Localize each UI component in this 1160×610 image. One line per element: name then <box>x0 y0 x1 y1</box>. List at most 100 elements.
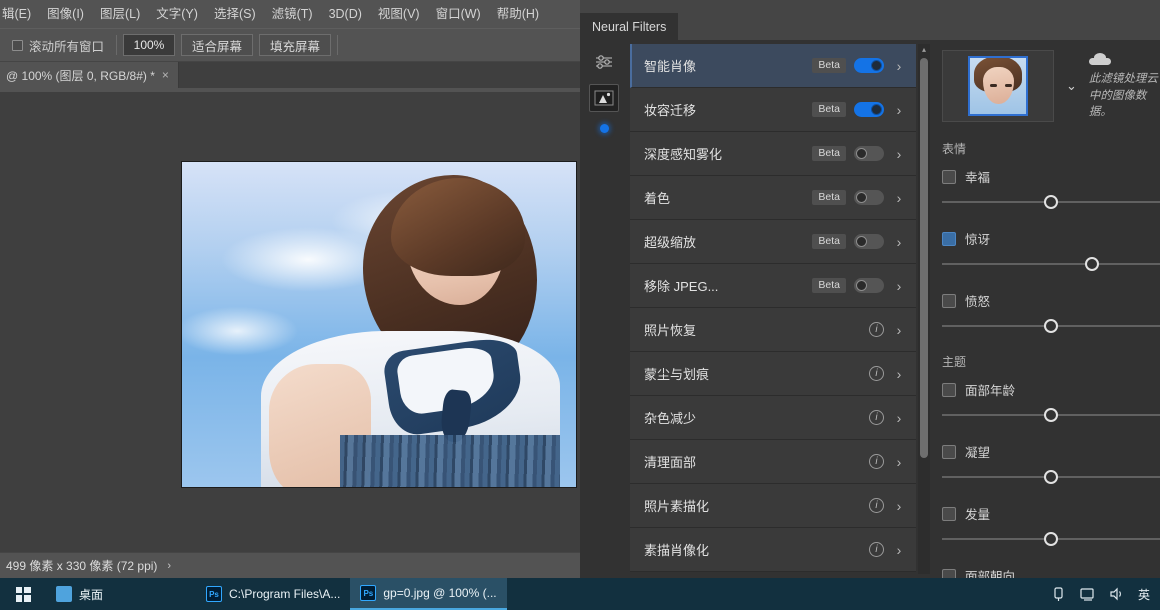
chevron-right-icon[interactable]: › <box>892 278 906 294</box>
filter-row[interactable]: 杂色减少 i › <box>630 396 916 440</box>
fill-screen-button[interactable]: 填充屏幕 <box>259 34 331 56</box>
filter-toggle[interactable] <box>854 234 884 249</box>
slider-handle[interactable] <box>1044 470 1058 484</box>
tab-neural-filters[interactable]: Neural Filters <box>580 13 678 40</box>
scroll-up-icon[interactable]: ▴ <box>918 44 930 56</box>
status-expand-icon[interactable]: › <box>167 560 171 572</box>
chevron-right-icon[interactable]: › <box>892 366 906 382</box>
chevron-right-icon[interactable]: › <box>892 498 906 514</box>
scroll-all-windows-checkbox[interactable]: 滚动所有窗口 <box>6 36 110 55</box>
chevron-right-icon[interactable]: › <box>892 190 906 206</box>
pen-icon[interactable] <box>1051 586 1067 602</box>
slider-control: 面部朝向 <box>942 566 1160 578</box>
menu-item-0[interactable]: 辑(E) <box>0 4 39 25</box>
filter-row[interactable]: 照片恢复i› <box>630 308 916 352</box>
menu-item-9[interactable]: 帮助(H) <box>489 4 547 25</box>
menu-item-5[interactable]: 滤镜(T) <box>264 4 321 25</box>
document-tab[interactable]: @ 100% (图层 0, RGB/8#) * × <box>0 62 179 88</box>
info-icon[interactable]: i <box>869 454 884 469</box>
taskbar-item[interactable]: Psgp=0.jpg @ 100% (... <box>350 578 506 610</box>
chevron-right-icon[interactable]: › <box>892 542 906 558</box>
chevron-right-icon[interactable]: › <box>892 58 906 74</box>
display-icon[interactable] <box>1080 586 1096 602</box>
menu-item-1[interactable]: 图像(I) <box>39 4 92 25</box>
control-checkbox[interactable] <box>942 383 956 397</box>
filter-list[interactable]: 智能肖像Beta›妆容迁移Beta›深度感知雾化Beta›着色Beta›超级缩放… <box>630 44 916 574</box>
filter-row[interactable]: 清理面部i› <box>630 440 916 484</box>
slider-handle[interactable] <box>1044 319 1058 333</box>
chevron-right-icon[interactable]: › <box>892 234 906 250</box>
menu-item-7[interactable]: 视图(V) <box>370 4 428 25</box>
control-checkbox[interactable] <box>942 569 956 579</box>
control-checkbox[interactable] <box>942 232 956 246</box>
volume-icon[interactable] <box>1109 586 1125 602</box>
slider-control-header: 凝望 <box>942 442 1160 461</box>
info-icon[interactable]: i <box>869 410 884 425</box>
control-checkbox[interactable] <box>942 294 956 308</box>
info-icon[interactable]: i <box>869 322 884 337</box>
menu-item-2[interactable]: 图层(L) <box>92 4 148 25</box>
filter-row[interactable]: 移除 JPEG...Beta› <box>630 264 916 308</box>
info-icon[interactable]: i <box>869 542 884 557</box>
info-icon[interactable]: i <box>869 366 884 381</box>
slider[interactable] <box>942 532 1160 546</box>
taskbar-item[interactable]: PsC:\Program Files\A... <box>196 578 350 610</box>
filter-row[interactable]: 超级缩放Beta› <box>630 220 916 264</box>
ime-language-indicator[interactable]: 英 <box>1138 586 1150 603</box>
filter-row[interactable]: 蒙尘与划痕i› <box>630 352 916 396</box>
chevron-right-icon[interactable]: › <box>892 102 906 118</box>
filter-row[interactable]: 照片素描化i› <box>630 484 916 528</box>
face-thumbnail-box[interactable] <box>942 50 1054 122</box>
filter-row[interactable]: 妆容迁移Beta› <box>630 88 916 132</box>
slider-handle[interactable] <box>1044 408 1058 422</box>
slider-control: 凝望 <box>942 442 1160 484</box>
face-selector-row: ⌄ 此滤镜处理云中的图像数据。 <box>942 50 1160 122</box>
slider[interactable] <box>942 257 1160 271</box>
filter-toggle[interactable] <box>854 58 884 73</box>
slider-handle[interactable] <box>1044 532 1058 546</box>
menu-item-4[interactable]: 选择(S) <box>206 4 264 25</box>
slider-handle[interactable] <box>1044 195 1058 209</box>
menu-item-3[interactable]: 文字(Y) <box>148 4 206 25</box>
menu-item-8[interactable]: 窗口(W) <box>428 4 489 25</box>
system-tray: 英 <box>1051 586 1160 603</box>
info-icon[interactable]: i <box>869 498 884 513</box>
slider[interactable] <box>942 408 1160 422</box>
chevron-right-icon[interactable]: › <box>892 146 906 162</box>
chevron-right-icon[interactable]: › <box>892 322 906 338</box>
image-dimensions-text: 499 像素 x 330 像素 (72 ppi) <box>6 557 157 574</box>
chevron-down-icon[interactable]: ⌄ <box>1066 78 1077 94</box>
windows-logo-icon <box>16 587 31 602</box>
canvas-area[interactable] <box>0 92 580 552</box>
control-checkbox[interactable] <box>942 445 956 459</box>
filter-row[interactable]: 智能肖像Beta› <box>630 44 916 88</box>
zoom-level-input[interactable]: 100% <box>123 34 175 56</box>
slider[interactable] <box>942 319 1160 333</box>
face-thumbnail[interactable] <box>968 56 1028 116</box>
all-filters-icon[interactable] <box>589 84 619 112</box>
filter-row[interactable]: 着色Beta› <box>630 176 916 220</box>
taskbar-item-label: 桌面 <box>79 586 103 603</box>
filter-row[interactable]: 深度感知雾化Beta› <box>630 132 916 176</box>
fit-screen-button[interactable]: 适合屏幕 <box>181 34 253 56</box>
chevron-right-icon[interactable]: › <box>892 454 906 470</box>
slider[interactable] <box>942 470 1160 484</box>
scrollbar-thumb[interactable] <box>920 58 928 458</box>
control-checkbox[interactable] <box>942 170 956 184</box>
control-checkbox[interactable] <box>942 507 956 521</box>
filter-toggle[interactable] <box>854 102 884 117</box>
filter-toggle[interactable] <box>854 146 884 161</box>
filter-toggle[interactable] <box>854 190 884 205</box>
slider-handle[interactable] <box>1085 257 1099 271</box>
close-icon[interactable]: × <box>162 69 169 81</box>
sliders-icon[interactable] <box>589 48 619 76</box>
filter-list-scrollbar[interactable]: ▴ <box>918 44 930 574</box>
chevron-right-icon[interactable]: › <box>892 410 906 426</box>
start-button[interactable] <box>0 578 46 610</box>
filter-toggle[interactable] <box>854 278 884 293</box>
taskbar-item[interactable]: 桌面 <box>46 578 196 610</box>
menu-item-6[interactable]: 3D(D) <box>321 4 370 25</box>
filter-name: 杂色减少 <box>644 408 861 427</box>
filter-row[interactable]: 素描肖像化i› <box>630 528 916 572</box>
slider[interactable] <box>942 195 1160 209</box>
